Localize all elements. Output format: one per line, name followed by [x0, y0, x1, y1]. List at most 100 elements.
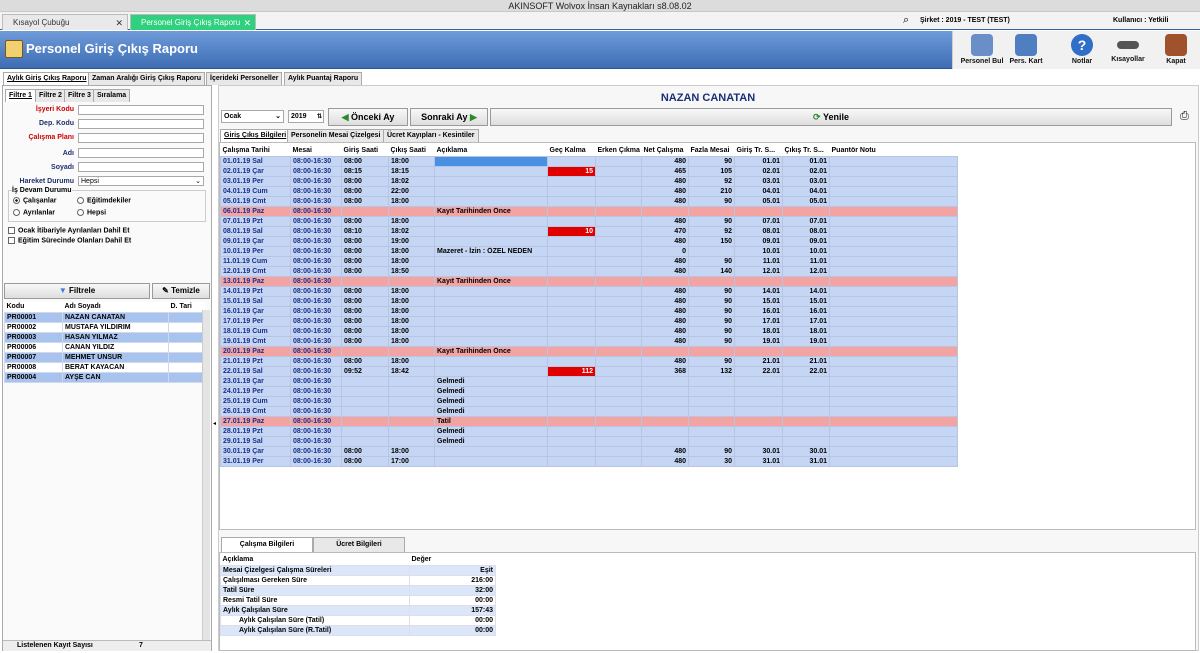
table-row[interactable]: 17.01.19 Per 08:00-16:30 08:00 18:00 480 90 17… — [220, 315, 958, 327]
temizle-button[interactable]: ✎ Temizle — [152, 283, 210, 299]
radio-hepsi[interactable]: Hepsi — [77, 209, 106, 216]
isyeri-field[interactable] — [78, 105, 204, 115]
radio-calisanlar[interactable]: Çalışanlar — [13, 197, 56, 204]
table-row[interactable]: 09.01.19 Çar 08:00-16:30 08:00 19:00 480 150 0… — [220, 235, 958, 247]
column-header[interactable]: Adı Soyadı — [62, 302, 169, 312]
summary-row[interactable]: Aylık Çalışılan Süre (R.Tatil) 00:00 — [220, 624, 496, 636]
table-row[interactable]: 02.01.19 Çar 08:00-16:30 08:15 18:15 15 465 10… — [220, 165, 958, 177]
table-row[interactable]: 03.01.19 Per 08:00-16:30 08:00 18:02 480 92 03… — [220, 175, 958, 187]
table-row[interactable]: 16.01.19 Çar 08:00-16:30 08:00 18:00 480 90 16… — [220, 305, 958, 317]
table-row[interactable]: 04.01.19 Cum 08:00-16:30 08:00 22:00 480 210 0… — [220, 185, 958, 197]
tab-icerideki-personeller[interactable]: İçerideki Personeller — [206, 72, 283, 85]
tab-calisma-bilgileri[interactable]: Çalışma Bilgileri — [221, 537, 313, 552]
tab-ucret-kayiplari[interactable]: Ücret Kayıpları - Kesintiler — [383, 129, 479, 142]
month-select[interactable]: Ocak ⌄ — [221, 110, 284, 123]
printer-icon[interactable]: ⎙ — [1180, 110, 1189, 123]
table-row[interactable]: 08.01.19 Sal 08:00-16:30 08:10 18:02 10 470 92… — [220, 225, 958, 237]
sonraki-ay-button[interactable]: Sonraki Ay ▶ — [410, 108, 488, 126]
adi-field[interactable] — [78, 148, 204, 158]
kisayollar-button[interactable]: Kısayollar — [1103, 32, 1153, 68]
table-row[interactable]: 06.01.19 Paz 08:00-16:30 Kayıt Tarihinden … — [220, 205, 958, 217]
filtrele-button[interactable]: ▼ Filtrele — [4, 283, 150, 299]
tab-ucret-bilgileri[interactable]: Ücret Bilgileri — [313, 537, 405, 552]
column-header[interactable]: Çıkış Tr. S... — [782, 146, 830, 156]
table-row[interactable]: 23.01.19 Çar 08:00-16:30 Gelmedi — [220, 375, 958, 387]
search-icon[interactable]: ⌕ — [903, 14, 909, 27]
collapse-handle-icon[interactable]: ◂ — [213, 420, 217, 430]
table-row[interactable]: 22.01.19 Sal 08:00-16:30 09:52 18:42 112 368 1… — [220, 365, 958, 377]
list-item[interactable]: PR00006 CANAN YILDIZ — [4, 341, 205, 353]
list-item[interactable]: PR00002 MUSTAFA YILDIRIM — [4, 321, 205, 333]
table-row[interactable]: 15.01.19 Sal 08:00-16:30 08:00 18:00 480 90 15… — [220, 295, 958, 307]
personel-bul-button[interactable]: Personel Bul — [957, 32, 1007, 68]
table-row[interactable]: 12.01.19 Cmt 08:00-16:30 08:00 18:50 480 140 1… — [220, 265, 958, 277]
table-row[interactable]: 13.01.19 Paz 08:00-16:30 Kayıt Tarihinden … — [220, 275, 958, 287]
table-row[interactable]: 19.01.19 Cmt 08:00-16:30 08:00 18:00 480 90 19… — [220, 335, 958, 347]
close-icon[interactable]: ✕ — [115, 15, 123, 31]
table-row[interactable]: 29.01.19 Sal 08:00-16:30 Gelmedi — [220, 435, 958, 447]
tab-zaman-araligi[interactable]: Zaman Aralığı Giriş Çıkış Raporu — [88, 72, 206, 85]
year-spinner[interactable]: 2019 ⇅ — [288, 110, 324, 123]
table-row[interactable]: 11.01.19 Cum 08:00-16:30 08:00 18:00 480 90 11… — [220, 255, 958, 267]
column-header[interactable]: Fazla Mesai — [688, 146, 735, 156]
column-header[interactable]: D. Tari — [168, 302, 205, 312]
tab-aylik-puantaj[interactable]: Aylık Puantaj Raporu — [284, 72, 363, 85]
column-header[interactable]: Açıklama — [220, 555, 410, 565]
summary-row[interactable]: Aylık Çalışılan Süre (Tatil) 00:00 — [220, 614, 496, 626]
column-header[interactable]: Net Çalışma — [641, 146, 689, 156]
plan-field[interactable] — [78, 133, 204, 143]
summary-row[interactable]: Çalışılması Gereken Süre 216:00 — [220, 574, 496, 586]
summary-row[interactable]: Tatil Süre 32:00 — [220, 584, 496, 596]
table-row[interactable]: 24.01.19 Per 08:00-16:30 Gelmedi — [220, 385, 958, 397]
table-row[interactable]: 10.01.19 Per 08:00-16:30 08:00 18:00 Mazeret… — [220, 245, 958, 257]
pers-kart-button[interactable]: Pers. Kart — [1001, 32, 1051, 68]
table-row[interactable]: 27.01.19 Paz 08:00-16:30 Tatil — [220, 415, 958, 427]
column-header[interactable]: Değer — [409, 555, 496, 565]
hareket-select[interactable]: Hepsi ⌄ — [78, 176, 204, 186]
tab-filtre2[interactable]: Filtre 2 — [35, 89, 66, 102]
onceki-ay-button[interactable]: ◀ Önceki Ay — [328, 108, 408, 126]
table-row[interactable]: 20.01.19 Paz 08:00-16:30 Kayıt Tarihinden … — [220, 345, 958, 357]
tab-filtre3[interactable]: Filtre 3 — [64, 89, 95, 102]
table-row[interactable]: 26.01.19 Cmt 08:00-16:30 Gelmedi — [220, 405, 958, 417]
tab-siralama[interactable]: Sıralama — [93, 89, 131, 102]
list-item[interactable]: PR00004 AYŞE CAN — [4, 371, 205, 383]
summary-row[interactable]: Resmi Tatil Süre 00:00 — [220, 594, 496, 606]
summary-row[interactable]: Aylık Çalışılan Süre 157:43 — [220, 604, 496, 616]
column-header[interactable]: Giriş Saati — [341, 146, 389, 156]
table-row[interactable]: 28.01.19 Pzt 08:00-16:30 Gelmedi — [220, 425, 958, 437]
table-row[interactable]: 18.01.19 Cum 08:00-16:30 08:00 18:00 480 90 18… — [220, 325, 958, 337]
table-row[interactable]: 31.01.19 Per 08:00-16:30 08:00 17:00 480 30 31… — [220, 455, 958, 467]
radio-ayrilanlar[interactable]: Ayrılanlar — [13, 209, 55, 216]
checkbox-egitim-sureci[interactable]: Eğitim Sürecinde Olanları Dahil Et — [8, 237, 131, 244]
notlar-button[interactable]: ? Notlar — [1057, 32, 1107, 68]
table-row[interactable]: 25.01.19 Cum 08:00-16:30 Gelmedi — [220, 395, 958, 407]
tab-giris-cikis-bilgileri[interactable]: Giriş Çıkış Bilgileri — [220, 129, 291, 142]
tab-kisayol-cubugu[interactable]: Kısayol Çubuğu ✕ — [2, 14, 128, 30]
column-header[interactable]: Açıklama — [434, 146, 548, 156]
table-row[interactable]: 07.01.19 Pzt 08:00-16:30 08:00 18:00 480 90 07… — [220, 215, 958, 227]
kapat-button[interactable]: Kapat — [1151, 32, 1200, 68]
radio-egitimdekiler[interactable]: Eğitimdekiler — [77, 197, 131, 204]
list-item[interactable]: PR00008 BERAT KAYACAN — [4, 361, 205, 373]
table-row[interactable]: 05.01.19 Cmt 08:00-16:30 08:00 18:00 480 90 05… — [220, 195, 958, 207]
checkbox-ocak-ayrilanlar[interactable]: Ocak İtibariyle Ayrılanları Dahil Et — [8, 227, 130, 234]
tab-personel-giris-cikis[interactable]: Personel Giriş Çıkış Raporu ✕ — [130, 14, 256, 30]
list-item[interactable]: PR00007 MEHMET UNSUR — [4, 351, 205, 363]
summary-row[interactable]: Mesai Çizelgesi Çalışma Süreleri Eşit — [220, 564, 496, 576]
tab-mesai-cizelgesi[interactable]: Personelin Mesai Çizelgesi — [287, 129, 385, 142]
table-row[interactable]: 01.01.19 Sal 08:00-16:30 08:00 18:00 480 90 01… — [220, 155, 958, 167]
table-row[interactable]: 30.01.19 Çar 08:00-16:30 08:00 18:00 480 90 30… — [220, 445, 958, 457]
column-header[interactable]: Çıkış Saati — [388, 146, 435, 156]
list-item[interactable]: PR00001 NAZAN CANATAN — [4, 311, 205, 323]
table-row[interactable]: 14.01.19 Pzt 08:00-16:30 08:00 18:00 480 90 14… — [220, 285, 958, 297]
column-header[interactable]: Kodu — [4, 302, 63, 312]
column-header[interactable]: Geç Kalma — [547, 146, 596, 156]
spinner-arrows-icon[interactable]: ⇅ — [317, 111, 322, 123]
column-header[interactable]: Çalışma Tarihi — [220, 146, 291, 156]
column-header[interactable]: Puantör Notu — [829, 146, 958, 156]
column-header[interactable]: Giriş Tr. S... — [734, 146, 783, 156]
list-item[interactable]: PR00003 HASAN YILMAZ — [4, 331, 205, 343]
soyadi-field[interactable] — [78, 162, 204, 172]
yenile-button[interactable]: ⟳ Yenile — [490, 108, 1172, 126]
